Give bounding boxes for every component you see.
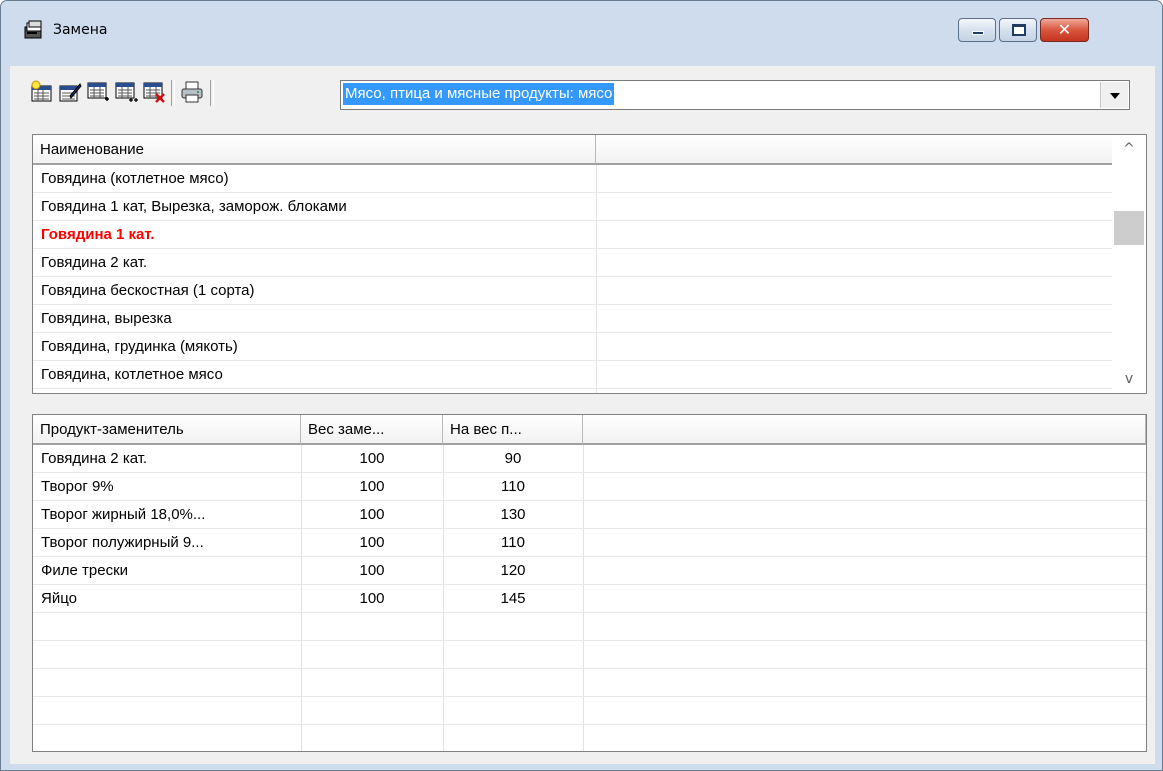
- chevron-down-icon[interactable]: v: [1112, 365, 1146, 393]
- product-name-cell: Говядина бескостная (1 сорта): [41, 282, 255, 299]
- table-row[interactable]: Яйцо 100 145: [33, 585, 1146, 613]
- table-row[interactable]: Филе трески 100 120: [33, 557, 1146, 585]
- substitute-per-weight-cell: 110: [501, 534, 525, 551]
- table-row[interactable]: Говядина (котлетное мясо): [33, 165, 1114, 193]
- table-row[interactable]: [33, 641, 1146, 669]
- table-row[interactable]: Говядина, вырезка: [33, 305, 1114, 333]
- product-name-cell: Говядина, котлетное мясо: [41, 366, 223, 383]
- chevron-up-icon[interactable]: ^: [1112, 135, 1146, 163]
- close-icon: ✕: [1057, 20, 1072, 39]
- product-name-cell: Говядина 1 кат, Вырезка, заморож. блокам…: [41, 198, 347, 215]
- new-record-icon[interactable]: [30, 80, 54, 104]
- substitute-product-cell: Говядина 2 кат.: [41, 450, 148, 467]
- substitute-per-weight-cell: 120: [500, 562, 526, 579]
- products-grid[interactable]: Наименование Говядина (котлетное мясо) Го…: [32, 134, 1147, 394]
- substitute-weight-cell: 100: [359, 450, 385, 467]
- column-header-weight[interactable]: Вес заме...: [301, 415, 443, 445]
- minimize-button[interactable]: [958, 18, 996, 42]
- substitute-per-weight-cell: 130: [500, 506, 526, 523]
- edit-record-icon[interactable]: [58, 80, 82, 104]
- category-select[interactable]: Мясо, птица и мясные продукты: мясо: [340, 80, 1130, 110]
- substitute-weight-cell: 100: [359, 562, 385, 579]
- product-name-cell: Говядина, грудинка (мякоть): [41, 338, 238, 355]
- substitute-weight-cell: 100: [359, 590, 385, 607]
- table-row[interactable]: [33, 725, 1146, 751]
- substitute-per-weight-cell: 110: [501, 478, 525, 495]
- table-row[interactable]: Творог 9% 100 110: [33, 473, 1146, 501]
- table-row[interactable]: [33, 697, 1146, 725]
- minimize-icon: [972, 31, 984, 35]
- substitute-weight-cell: 100: [359, 534, 385, 551]
- table-row[interactable]: Говядина, грудинка (мякоть): [33, 333, 1114, 361]
- column-header-substitute[interactable]: Продукт-заменитель: [33, 415, 301, 445]
- table-row[interactable]: Говядина, котлетное мясо: [33, 361, 1114, 389]
- category-dropdown-button[interactable]: [1100, 82, 1128, 108]
- table-row[interactable]: Говядина 1 кат, Вырезка, заморож. блокам…: [33, 193, 1114, 221]
- table-row[interactable]: [33, 613, 1146, 641]
- title-bar[interactable]: Замена ✕: [1, 1, 1162, 42]
- table-row[interactable]: Творог полужирный 9... 100 110: [33, 529, 1146, 557]
- substitute-product-cell: Филе трески: [41, 562, 129, 579]
- table-row[interactable]: [33, 669, 1146, 697]
- add-rows-icon[interactable]: [114, 80, 138, 104]
- table-row[interactable]: Говядина бескостная (1 сорта): [33, 277, 1114, 305]
- product-name-cell: Говядина, вырезка: [41, 310, 172, 327]
- substitute-product-cell: Творог полужирный 9...: [41, 534, 204, 551]
- scrollbar-thumb[interactable]: [1114, 211, 1144, 245]
- substitute-product-cell: Творог жирный 18,0%...: [41, 506, 206, 523]
- substitute-product-cell: Яйцо: [41, 590, 77, 607]
- add-row-icon[interactable]: [86, 80, 110, 104]
- category-select-value: Мясо, птица и мясные продукты: мясо: [343, 83, 615, 105]
- table-row[interactable]: Творог жирный 18,0%... 100 130: [33, 501, 1146, 529]
- substitute-per-weight-cell: 90: [504, 450, 522, 467]
- chevron-down-icon: [1110, 93, 1120, 99]
- app-icon: [24, 20, 42, 39]
- product-name-cell: Говядина (котлетное мясо): [41, 170, 229, 187]
- product-name-cell: Говядина 2 кат.: [41, 254, 148, 271]
- column-header-extra[interactable]: [596, 135, 1114, 165]
- substitutes-grid[interactable]: Продукт-заменитель Вес заме... На вес п.…: [32, 414, 1147, 752]
- toolbar-separator: [210, 80, 214, 106]
- substitute-product-cell: Творог 9%: [41, 478, 114, 495]
- maximize-icon: [1012, 24, 1026, 36]
- table-row[interactable]: Говядина 2 кат. 100 90: [33, 445, 1146, 473]
- table-row[interactable]: Говядина 1 кат.: [33, 221, 1114, 249]
- table-row[interactable]: Говядина 2 кат.: [33, 249, 1114, 277]
- maximize-button[interactable]: [999, 18, 1037, 42]
- substitute-weight-cell: 100: [359, 478, 385, 495]
- substitute-weight-cell: 100: [359, 506, 385, 523]
- product-name-cell: Говядина 1 кат.: [41, 226, 155, 243]
- delete-row-icon[interactable]: [142, 80, 166, 104]
- column-header-extra[interactable]: [583, 415, 1146, 445]
- print-icon[interactable]: [180, 80, 204, 104]
- column-header-name[interactable]: Наименование: [33, 135, 596, 165]
- column-header-per-weight[interactable]: На вес п...: [443, 415, 583, 445]
- window-title: Замена: [53, 22, 108, 38]
- products-scrollbar[interactable]: ^ v: [1112, 135, 1146, 393]
- close-button[interactable]: ✕: [1040, 18, 1089, 42]
- substitute-per-weight-cell: 145: [500, 590, 526, 607]
- toolbar-separator: [171, 80, 175, 106]
